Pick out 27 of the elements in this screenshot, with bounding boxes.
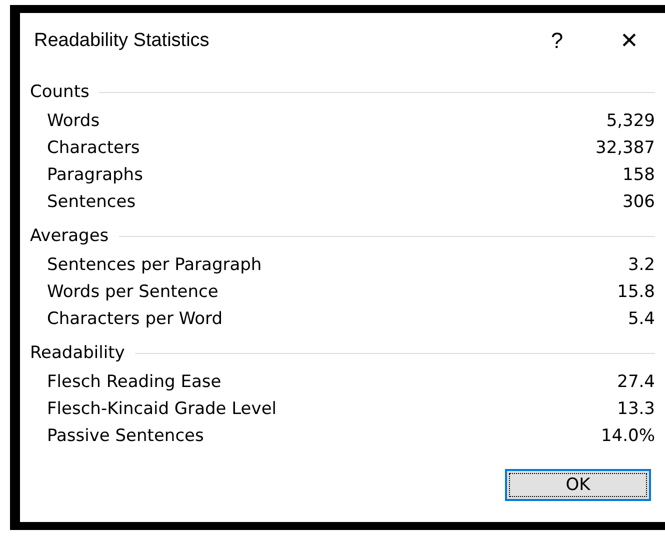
stat-value: 14.0%	[600, 426, 655, 446]
stat-label: Words	[47, 110, 100, 130]
stat-value: 32,387	[596, 138, 655, 158]
stat-label: Characters	[47, 138, 140, 158]
stat-value: 5,329	[606, 110, 655, 130]
ok-button[interactable]: OK	[505, 469, 651, 501]
stat-label: Flesch Reading Ease	[47, 372, 222, 392]
stat-value: 3.2	[628, 254, 655, 274]
stat-label: Words per Sentence	[47, 282, 218, 302]
stat-label: Sentences per Paragraph	[47, 254, 262, 274]
stat-label: Sentences	[47, 192, 136, 212]
close-button[interactable]: ✕	[593, 21, 665, 61]
stat-value: 158	[622, 164, 655, 184]
stat-value: 5.4	[628, 308, 655, 328]
stat-label: Passive Sentences	[47, 426, 204, 446]
stat-label: Paragraphs	[47, 164, 143, 184]
window-title: Readability Statistics	[34, 30, 210, 52]
section-heading: Counts	[30, 82, 90, 102]
stat-value: 15.8	[617, 282, 655, 302]
help-button[interactable]: ?	[521, 21, 593, 61]
stat-value: 27.4	[617, 372, 655, 392]
stat-value: 306	[622, 192, 655, 212]
section-heading: Averages	[30, 226, 109, 246]
section-heading: Readability	[30, 343, 125, 363]
stat-value: 13.3	[617, 398, 655, 418]
stat-label: Flesch-Kincaid Grade Level	[47, 398, 277, 418]
stat-label: Characters per Word	[47, 308, 223, 328]
